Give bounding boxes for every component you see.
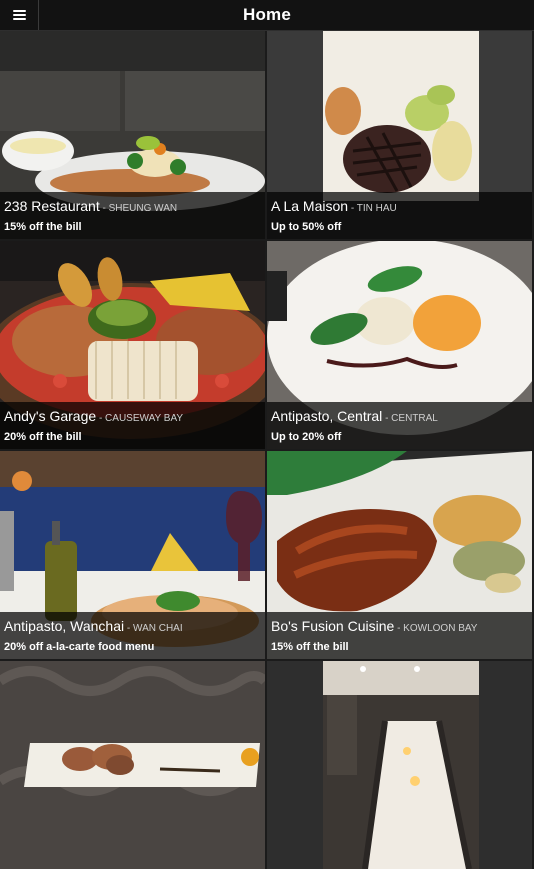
- tile-caption: Andy's Garage - CAUSEWAY BAY 20% off the…: [0, 402, 265, 449]
- restaurant-area: - WAN CHAI: [124, 623, 183, 634]
- restaurant-tile-antipasto-central[interactable]: Antipasto, Central - CENTRAL Up to 20% o…: [267, 241, 532, 449]
- restaurant-area: - TIN HAU: [348, 203, 397, 214]
- restaurant-tile-8[interactable]: [267, 661, 532, 869]
- restaurant-offer: 15% off the bill: [4, 221, 82, 233]
- restaurant-tile-238-restaurant[interactable]: 238 Restaurant - SHEUNG WAN 15% off the …: [0, 31, 265, 239]
- food-photo: [0, 661, 265, 869]
- tile-caption: A La Maison - TIN HAU Up to 50% off: [267, 192, 532, 239]
- top-bar: Home: [0, 0, 534, 31]
- restaurant-tile-7[interactable]: [0, 661, 265, 869]
- page-title: Home: [242, 5, 292, 24]
- restaurant-name: Antipasto, Central: [271, 408, 383, 424]
- restaurant-area: - CAUSEWAY BAY: [96, 413, 184, 424]
- restaurant-area: - KOWLOON BAY: [394, 623, 478, 634]
- tile-caption: Antipasto, Central - CENTRAL Up to 20% o…: [267, 402, 532, 449]
- restaurant-name: 238 Restaurant: [4, 198, 100, 214]
- restaurant-tile-andys-garage[interactable]: Andy's Garage - CAUSEWAY BAY 20% off the…: [0, 241, 265, 449]
- restaurant-tile-a-la-maison[interactable]: A La Maison - TIN HAU Up to 50% off: [267, 31, 532, 239]
- restaurant-tile-antipasto-wanchai[interactable]: Antipasto, Wanchai - WAN CHAI 20% off a-…: [0, 451, 265, 659]
- restaurant-tile-bos-fusion-cuisine[interactable]: Bo's Fusion Cuisine - KOWLOON BAY 15% of…: [267, 451, 532, 659]
- tile-caption: Bo's Fusion Cuisine - KOWLOON BAY 15% of…: [267, 612, 532, 659]
- restaurant-area: - CENTRAL: [382, 413, 438, 424]
- restaurant-offer: 20% off the bill: [4, 431, 82, 443]
- restaurant-name: Andy's Garage: [4, 408, 97, 424]
- food-photo: [267, 661, 532, 869]
- restaurant-offer: Up to 50% off: [271, 221, 342, 233]
- restaurant-area: - SHEUNG WAN: [99, 203, 178, 214]
- restaurant-name: Bo's Fusion Cuisine: [271, 618, 395, 634]
- restaurant-name: A La Maison: [271, 198, 349, 214]
- tile-caption: Antipasto, Wanchai - WAN CHAI 20% off a-…: [0, 612, 265, 659]
- restaurant-offer: 15% off the bill: [271, 641, 349, 653]
- restaurant-name: Antipasto, Wanchai: [4, 618, 125, 634]
- restaurant-offer: Up to 20% off: [271, 431, 342, 443]
- restaurant-offer: 20% off a-la-carte food menu: [4, 641, 155, 653]
- tile-caption: 238 Restaurant - SHEUNG WAN 15% off the …: [0, 192, 265, 239]
